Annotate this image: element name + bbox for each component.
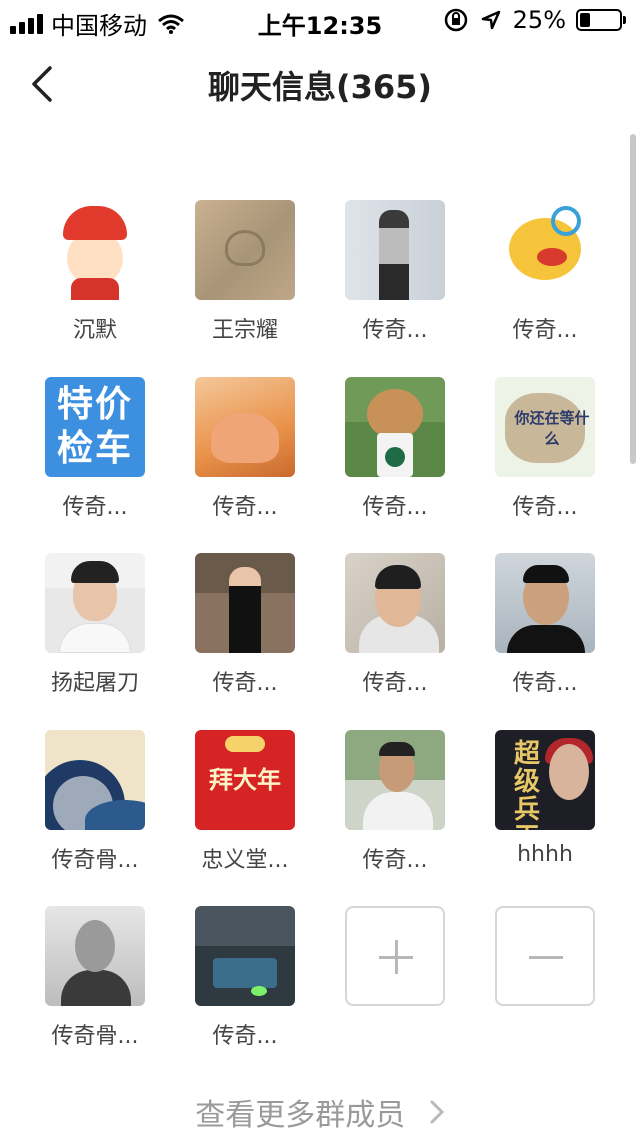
member-name: 传奇...	[512, 318, 578, 343]
member-item[interactable]: 扬起屠刀	[25, 553, 165, 697]
member-name: 传奇...	[362, 848, 428, 873]
member-name: 传奇...	[362, 318, 428, 343]
status-right: 25%	[443, 6, 626, 34]
member-item[interactable]: 传奇...	[475, 553, 615, 697]
view-more-members-label: 查看更多群成员	[195, 1098, 406, 1133]
avatar-text: 拜大年	[209, 766, 281, 794]
scrollbar	[630, 134, 636, 464]
member-name: 传奇...	[362, 495, 428, 520]
member-item[interactable]: 传奇...	[175, 377, 315, 521]
avatar: 你还在等什么	[495, 377, 595, 477]
member-name: 王宗耀	[211, 318, 278, 343]
avatar	[45, 730, 145, 830]
member-item[interactable]: 传奇...	[475, 200, 615, 344]
member-item[interactable]: 拜大年 忠义堂...	[175, 730, 315, 874]
member-item[interactable]: 传奇...	[325, 200, 465, 344]
member-name: 沉默	[72, 318, 117, 343]
avatar	[345, 730, 445, 830]
status-bar: 中国移动 上午12:35 25%	[0, 0, 640, 40]
member-item[interactable]: 传奇...	[325, 553, 465, 697]
member-item[interactable]: 传奇...	[175, 906, 315, 1050]
avatar-text: 检车	[56, 428, 133, 469]
member-name: 传奇...	[512, 671, 578, 696]
avatar-text: 特价	[56, 384, 133, 425]
member-name: 传奇骨...	[51, 848, 139, 873]
member-name: hhhh	[517, 842, 573, 867]
member-item[interactable]: 传奇骨...	[25, 906, 165, 1050]
member-item[interactable]: 王宗耀	[175, 200, 315, 344]
avatar	[195, 906, 295, 1006]
member-name: 传奇...	[212, 671, 278, 696]
avatar	[195, 553, 295, 653]
member-name: 传奇...	[512, 495, 578, 520]
minus-icon[interactable]	[495, 906, 595, 1006]
member-item[interactable]: 传奇骨...	[25, 730, 165, 874]
member-item[interactable]: 你还在等什么 传奇...	[475, 377, 615, 521]
avatar	[45, 200, 145, 300]
remove-member-button[interactable]	[475, 906, 615, 1006]
plus-icon[interactable]	[345, 906, 445, 1006]
member-item[interactable]: 特价 检车 传奇...	[25, 377, 165, 521]
avatar: 拜大年	[195, 730, 295, 830]
view-more-members-link[interactable]: 查看更多群成员	[0, 1090, 640, 1134]
navigation-bar: 聊天信息(365)	[0, 40, 640, 128]
member-item[interactable]: 超级兵王 hhhh	[475, 730, 615, 867]
avatar	[45, 553, 145, 653]
add-member-button[interactable]	[325, 906, 465, 1006]
avatar: 超级兵王	[495, 730, 595, 830]
member-item[interactable]: 传奇...	[325, 730, 465, 874]
avatar-text: 超级兵王	[513, 739, 540, 830]
avatar	[495, 200, 595, 300]
avatar	[45, 906, 145, 1006]
member-item[interactable]: 传奇...	[175, 553, 315, 697]
member-name: 扬起屠刀	[50, 671, 139, 696]
avatar	[345, 553, 445, 653]
chevron-right-icon	[429, 1098, 445, 1133]
member-name: 传奇...	[212, 495, 278, 520]
avatar	[195, 200, 295, 300]
member-item[interactable]: 沉默	[25, 200, 165, 344]
battery-icon	[576, 9, 626, 31]
avatar-text: 你还在等什么	[514, 409, 590, 448]
battery-percentage: 25%	[512, 6, 566, 34]
member-name: 传奇...	[362, 671, 428, 696]
member-item[interactable]: 传奇...	[325, 377, 465, 521]
member-name: 忠义堂...	[201, 848, 289, 873]
avatar	[195, 377, 295, 477]
rotation-lock-icon	[444, 8, 467, 32]
location-icon	[481, 10, 500, 30]
member-name: 传奇...	[212, 1024, 278, 1049]
page-title: 聊天信息(365)	[207, 68, 433, 106]
avatar: 特价 检车	[45, 377, 145, 477]
member-name: 传奇...	[62, 495, 128, 520]
avatar	[495, 553, 595, 653]
avatar	[345, 377, 445, 477]
member-name: 传奇骨...	[51, 1024, 139, 1049]
avatar	[345, 200, 445, 300]
